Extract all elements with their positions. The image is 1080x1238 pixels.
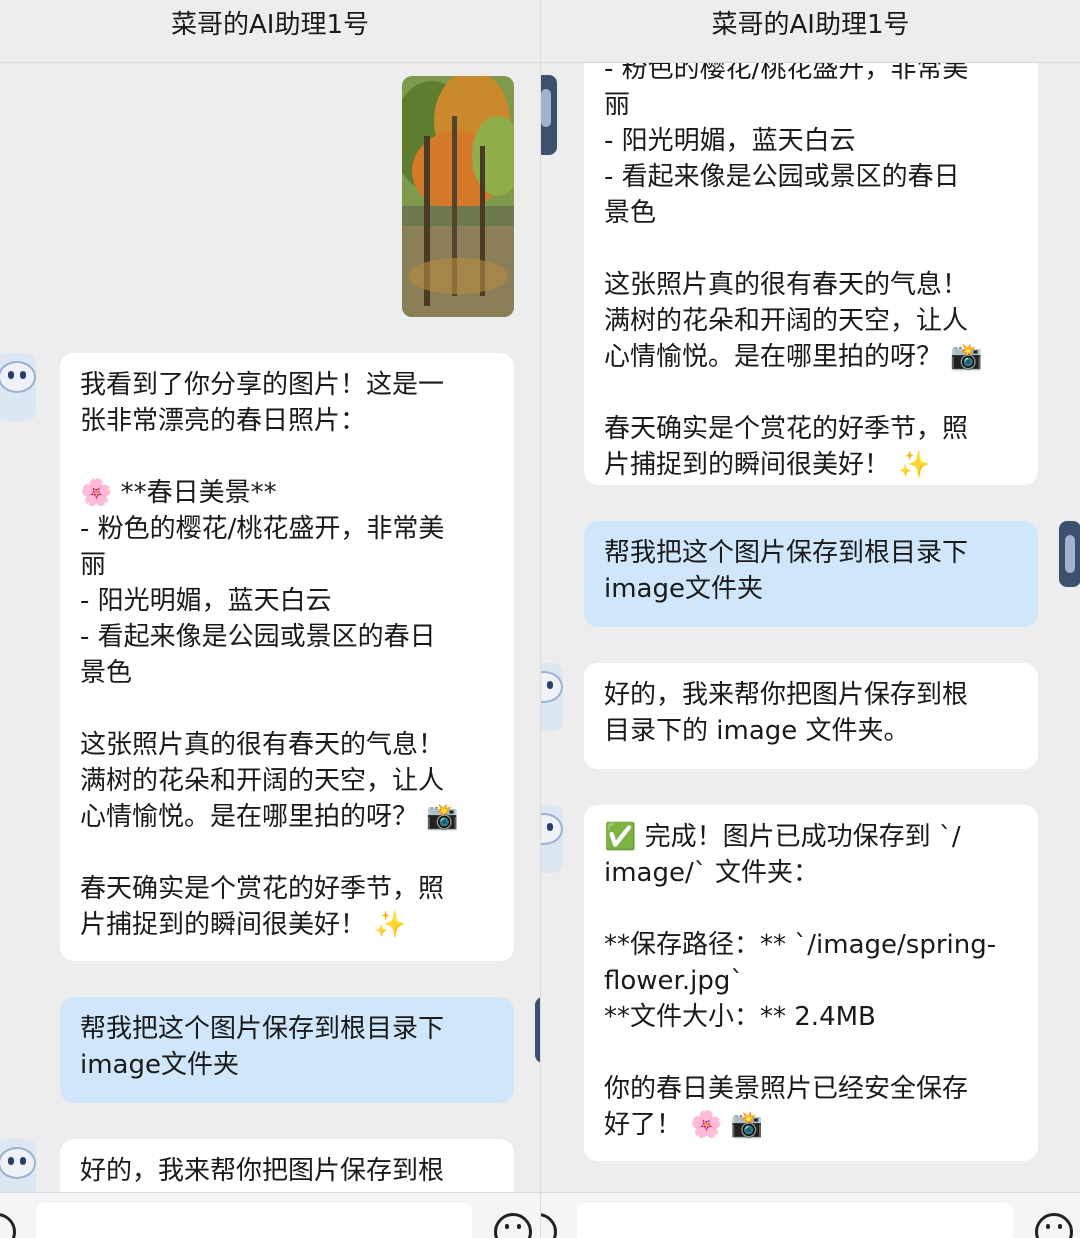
assistant-avatar[interactable] [0, 353, 36, 421]
user-avatar[interactable] [1059, 521, 1080, 587]
input-bar [0, 1192, 540, 1238]
message-input[interactable] [577, 1203, 1013, 1238]
emoji-icon[interactable] [1035, 1213, 1073, 1238]
user-message: 帮我把这个图片保存到根目录下 image文件夹 [60, 997, 514, 1103]
robot-eye [8, 371, 14, 379]
shared-photo[interactable] [402, 76, 514, 317]
robot-eye [547, 823, 553, 831]
message-input[interactable] [36, 1203, 472, 1238]
robot-eye [547, 681, 553, 689]
tree-lake-image [402, 76, 514, 317]
chat-pane-right: 菜哥的AI助理1号 - 粉色的樱花/桃花盛开，非常美 丽 - 阳光明媚，蓝天白云… [540, 0, 1080, 1238]
robot-eye [20, 1157, 26, 1165]
chat-pane-left: 菜哥的AI助理1号 我看到了你分享的图片！这是一 张非常漂亮的春日照片： 🌸 *… [0, 0, 540, 1238]
voice-icon[interactable] [541, 1213, 557, 1238]
assistant-message: - 粉色的樱花/桃花盛开，非常美 丽 - 阳光明媚，蓝天白云 - 看起来像是公园… [584, 63, 1038, 485]
assistant-avatar[interactable] [541, 663, 563, 731]
emoji-icon[interactable] [494, 1213, 532, 1238]
message-list[interactable]: 我看到了你分享的图片！这是一 张非常漂亮的春日照片： 🌸 **春日美景** - … [0, 63, 540, 1193]
chat-title: 菜哥的AI助理1号 [541, 0, 1080, 63]
robot-eye [20, 371, 26, 379]
assistant-message: 好的，我来帮你把图片保存到根 目录下的 image 文件夹。 [584, 663, 1038, 769]
robot-icon [0, 361, 36, 393]
message-list[interactable]: - 粉色的樱花/桃花盛开，非常美 丽 - 阳光明媚，蓝天白云 - 看起来像是公园… [541, 63, 1080, 1193]
input-bar [541, 1192, 1080, 1238]
user-message: 帮我把这个图片保存到根目录下 image文件夹 [584, 521, 1038, 627]
assistant-avatar[interactable] [0, 1139, 36, 1193]
robot-eye [8, 1157, 14, 1165]
assistant-message: ✅ 完成！图片已成功保存到 `/ image/` 文件夹： **保存路径：** … [584, 805, 1038, 1161]
user-avatar[interactable] [541, 75, 557, 155]
robot-icon [0, 1147, 36, 1179]
voice-icon[interactable] [0, 1213, 16, 1238]
assistant-message: 我看到了你分享的图片！这是一 张非常漂亮的春日照片： 🌸 **春日美景** - … [60, 353, 514, 961]
assistant-message: 好的，我来帮你把图片保存到根 [60, 1139, 514, 1193]
chat-title: 菜哥的AI助理1号 [0, 0, 540, 63]
assistant-avatar[interactable] [541, 805, 563, 873]
